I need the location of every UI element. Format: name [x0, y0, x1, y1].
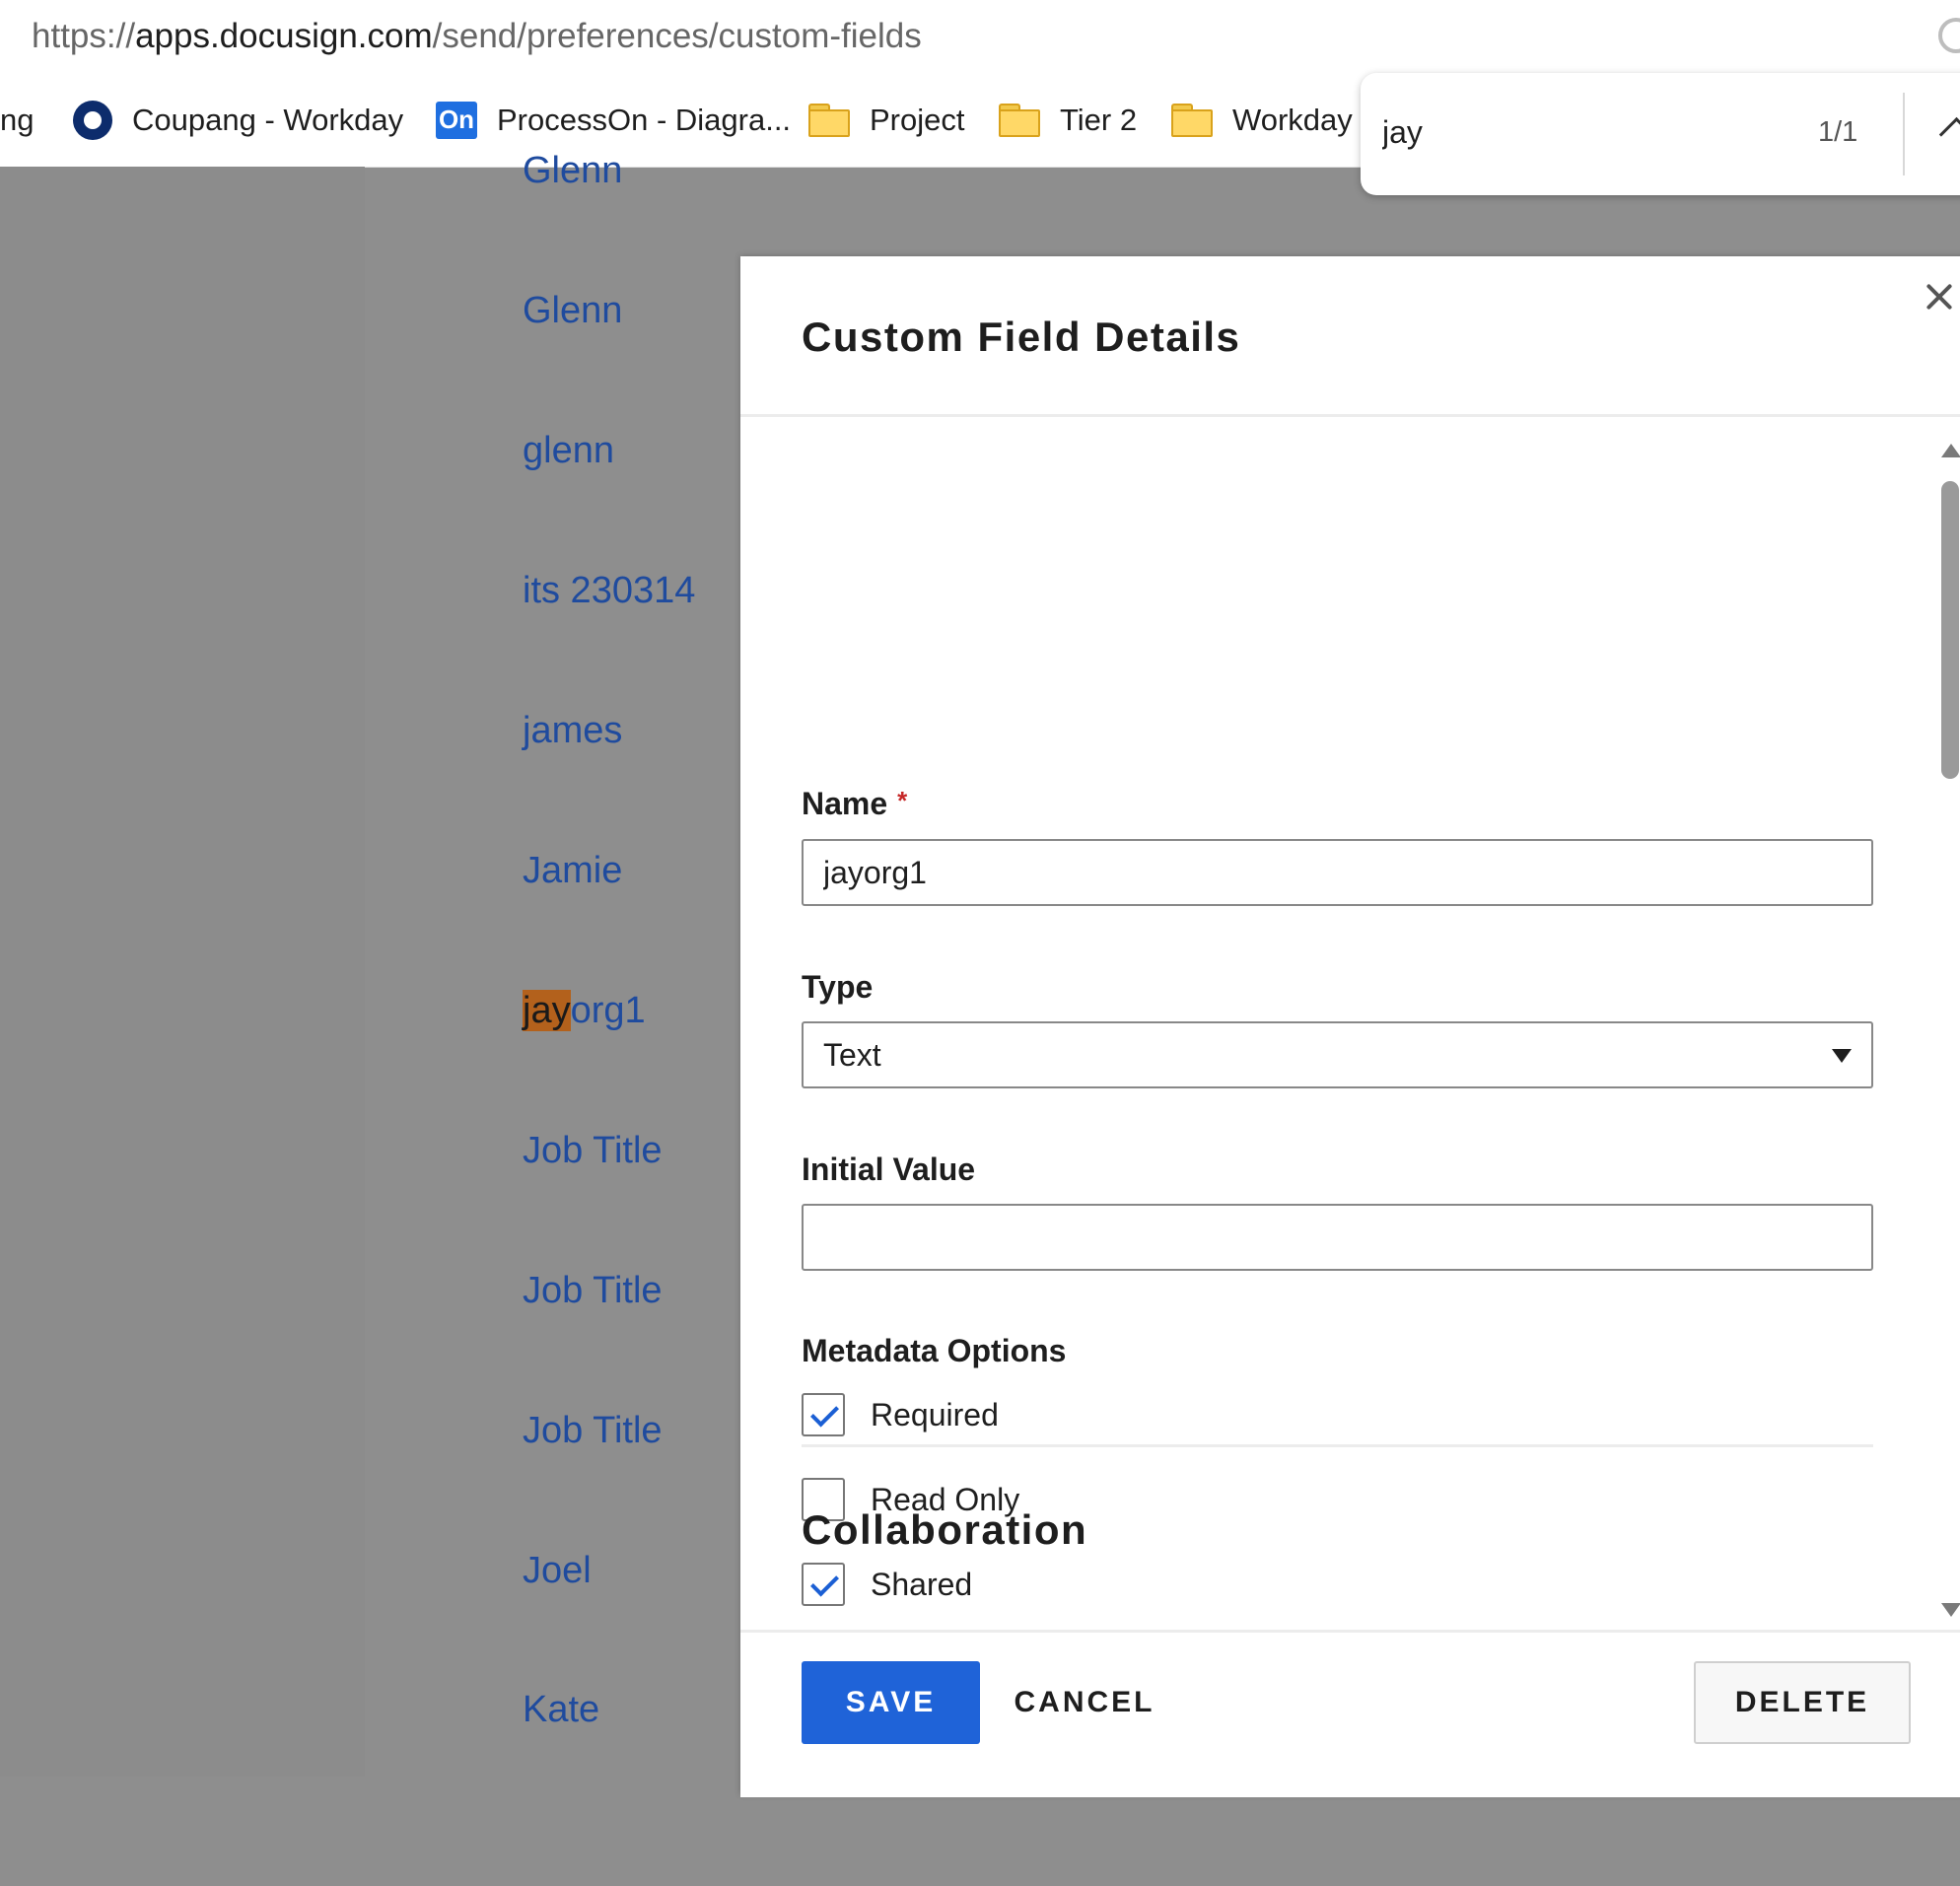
bookmark-folder-project[interactable]: Project: [808, 73, 964, 167]
bookmark-item[interactable]: ng: [0, 73, 34, 167]
caret-down-icon: [1832, 1049, 1852, 1063]
bookmark-label: Coupang - Workday: [132, 102, 404, 137]
bookmark-label: ProcessOn - Diagra...: [497, 102, 792, 137]
list-item[interactable]: Job Title: [523, 1410, 663, 1452]
shared-option-label: Shared: [871, 1566, 973, 1602]
list-item-rest: org1: [570, 990, 646, 1031]
bookmark-coupang-workday[interactable]: Coupang - Workday: [73, 73, 403, 167]
collaboration-heading: Collaboration: [802, 1506, 1088, 1553]
bookmark-label: Project: [870, 102, 965, 137]
save-button[interactable]: SAVE: [802, 1661, 980, 1744]
cancel-button[interactable]: CANCEL: [1001, 1661, 1168, 1744]
list-item[interactable]: Joel: [523, 1550, 592, 1592]
required-option-label: Required: [871, 1396, 999, 1432]
profile-icon[interactable]: [1938, 18, 1960, 53]
type-select[interactable]: Text: [802, 1021, 1873, 1088]
url-path: /send/preferences/custom-fields: [432, 17, 922, 55]
bookmark-label: ng: [0, 102, 35, 137]
list-item[interactable]: james: [523, 710, 622, 752]
dialog-scrollbar[interactable]: [1935, 444, 1960, 1617]
dialog-footer: SAVE CANCEL DELETE: [740, 1630, 1960, 1797]
ring-logo-icon: [73, 100, 112, 140]
metadata-options-label: Metadata Options: [802, 1333, 1067, 1368]
bookmark-label: Workday: [1232, 102, 1353, 137]
bookmark-folder-workday[interactable]: Workday: [1171, 73, 1353, 167]
shared-option[interactable]: Shared: [802, 1563, 972, 1606]
section-divider: [802, 1444, 1873, 1447]
bookmark-label: Tier 2: [1060, 102, 1138, 137]
url-prefix: https://: [32, 17, 136, 55]
required-checkbox[interactable]: [802, 1393, 845, 1436]
find-highlight: jay: [523, 990, 571, 1031]
name-label-text: Name: [802, 786, 888, 821]
initial-value-input[interactable]: [802, 1204, 1873, 1271]
find-separator: [1903, 93, 1905, 175]
delete-button[interactable]: DELETE: [1694, 1661, 1911, 1744]
list-item[interactable]: Jamie: [523, 850, 622, 892]
chevron-up-icon[interactable]: [1938, 116, 1960, 153]
type-label: Type: [802, 969, 874, 1005]
list-item-highlighted[interactable]: jayorg1: [523, 990, 646, 1032]
list-item[interactable]: Job Title: [523, 1130, 663, 1172]
scroll-down-arrow-icon[interactable]: [1941, 1603, 1960, 1617]
find-input[interactable]: [1382, 110, 1796, 154]
shared-checkbox[interactable]: [802, 1563, 845, 1606]
scroll-up-arrow-icon[interactable]: [1941, 444, 1960, 457]
required-asterisk: *: [897, 786, 908, 815]
initial-value-label: Initial Value: [802, 1152, 976, 1187]
close-icon[interactable]: [1918, 278, 1960, 321]
folder-icon: [808, 103, 850, 137]
find-bar: 1/1: [1361, 73, 1960, 195]
list-item[interactable]: glenn: [523, 430, 614, 472]
list-item[interactable]: its 230314: [523, 570, 695, 612]
dialog-title: Custom Field Details: [802, 314, 1241, 360]
address-bar[interactable]: https://apps.docusign.com/send/preferenc…: [0, 0, 1960, 73]
type-selected-value: Text: [823, 1036, 881, 1073]
custom-field-details-dialog: Custom Field Details Name * Type Text Ini…: [740, 256, 1960, 1797]
folder-icon: [1171, 103, 1213, 137]
list-item[interactable]: Glenn: [523, 150, 622, 192]
required-option[interactable]: Required: [802, 1393, 999, 1436]
bookmark-folder-tier-2[interactable]: Tier 2: [999, 73, 1137, 167]
name-input[interactable]: [802, 839, 1873, 906]
list-item[interactable]: Job Title: [523, 1270, 663, 1312]
background-sidebar: [0, 167, 365, 1777]
find-match-count: 1/1: [1818, 116, 1858, 148]
processon-icon: On: [436, 101, 477, 139]
list-item[interactable]: Kate: [523, 1689, 599, 1731]
dialog-header: Custom Field Details: [740, 256, 1960, 417]
folder-icon: [999, 103, 1040, 137]
list-item[interactable]: Glenn: [523, 290, 622, 332]
url-host: apps.docusign.com: [135, 17, 433, 55]
scroll-thumb[interactable]: [1941, 481, 1959, 779]
name-label: Name *: [802, 786, 907, 822]
